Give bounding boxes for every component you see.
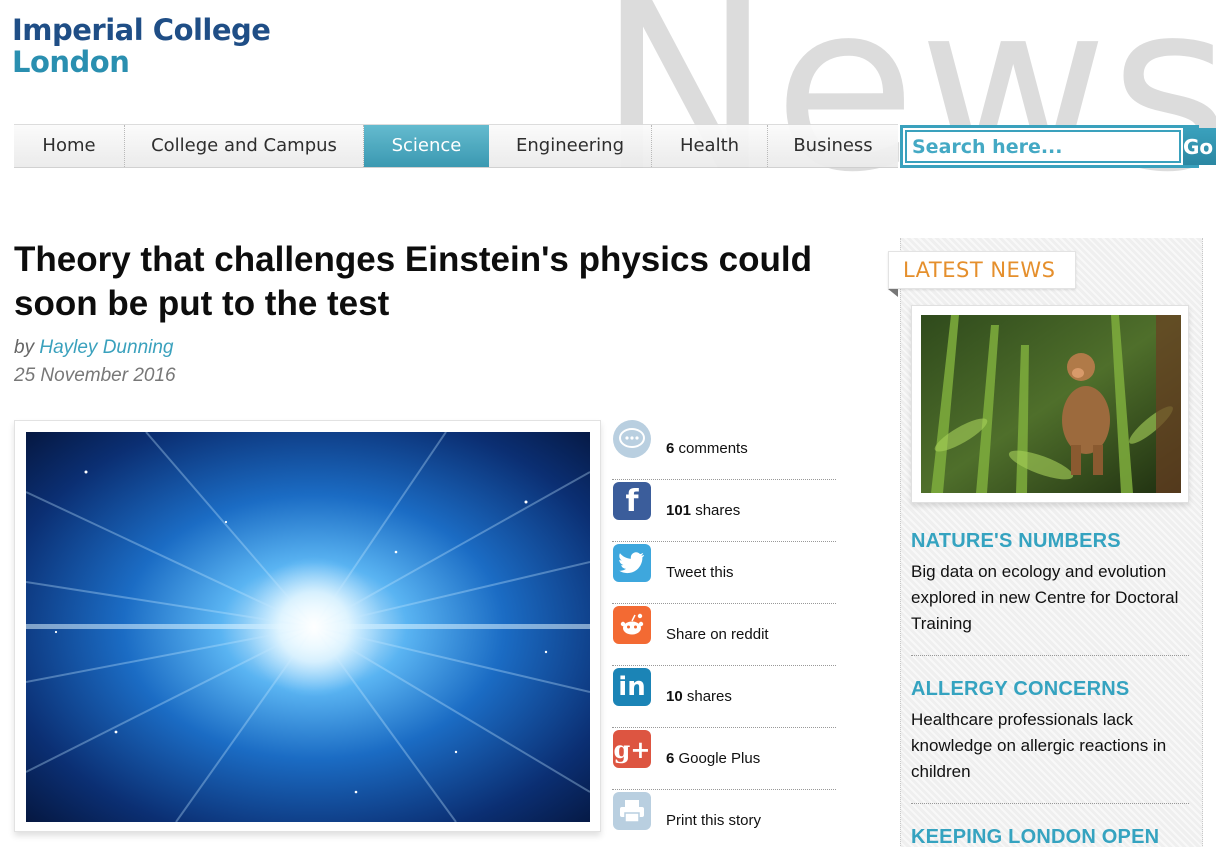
search-input[interactable] — [905, 130, 1181, 163]
google-plus-icon: g+ — [613, 730, 651, 768]
share-print[interactable]: Print this story — [612, 790, 836, 847]
comment-icon — [613, 420, 651, 458]
share-label: Tweet this — [666, 564, 734, 581]
nav-home[interactable]: Home — [14, 125, 125, 167]
story-title[interactable]: NATURE'S NUMBERS — [911, 530, 1191, 553]
share-facebook[interactable]: f 101 shares — [612, 480, 836, 542]
monkey-photo — [921, 315, 1181, 493]
byline-prefix: by — [14, 337, 35, 358]
share-google-plus[interactable]: g+ 6 Google Plus — [612, 728, 836, 790]
facebook-icon: f — [613, 482, 651, 520]
story-allergy-concerns[interactable]: ALLERGY CONCERNS Healthcare professional… — [911, 678, 1191, 785]
share-linkedin[interactable]: in 10 shares — [612, 666, 836, 728]
print-icon — [613, 792, 651, 830]
share-label: 10 shares — [666, 688, 732, 705]
logo-line-2: London — [12, 45, 130, 79]
search-box: Go — [900, 125, 1216, 168]
reddit-icon — [613, 606, 651, 644]
share-twitter[interactable]: Tweet this — [612, 542, 836, 604]
share-label: Print this story — [666, 812, 762, 829]
twitter-icon — [613, 544, 651, 582]
share-label: Share on reddit — [666, 626, 769, 643]
starburst-image — [26, 432, 590, 822]
main-nav: Home College and Campus Science Engineer… — [14, 124, 898, 168]
story-desc: Healthcare professionals lack knowledge … — [911, 710, 1167, 781]
latest-news-heading: LATEST NEWS — [888, 251, 1076, 289]
share-label: 6 comments — [666, 440, 748, 457]
ribbon-fold — [888, 289, 898, 297]
nav-engineering[interactable]: Engineering — [489, 125, 652, 167]
imperial-logo[interactable]: Imperial College London — [12, 13, 271, 79]
nav-college-and-campus[interactable]: College and Campus — [125, 125, 364, 167]
story-keeping-london-open[interactable]: KEEPING LONDON OPEN — [911, 826, 1191, 847]
search-go-button[interactable]: Go — [1183, 128, 1216, 165]
sidebar-divider — [911, 803, 1189, 804]
news-watermark: News — [598, 0, 1216, 223]
nav-science[interactable]: Science — [364, 125, 489, 167]
share-comments[interactable]: 6 comments — [612, 418, 836, 480]
article-title: Theory that challenges Einstein's physic… — [14, 240, 812, 323]
article-image — [14, 420, 601, 832]
story-title[interactable]: ALLERGY CONCERNS — [911, 678, 1191, 701]
go-label: Go — [1183, 134, 1214, 159]
latest-news-image[interactable] — [911, 305, 1189, 503]
article-date: 25 November 2016 — [14, 365, 176, 386]
story-title[interactable]: KEEPING LONDON OPEN — [911, 826, 1191, 847]
byline: by Hayley Dunning — [14, 337, 174, 359]
share-list: 6 comments f 101 shares Tweet this Share… — [612, 418, 836, 847]
story-natures-numbers[interactable]: NATURE'S NUMBERS Big data on ecology and… — [911, 530, 1191, 637]
linkedin-icon: in — [613, 668, 651, 706]
share-reddit[interactable]: Share on reddit — [612, 604, 836, 666]
logo-line-1: Imperial College — [12, 13, 271, 47]
share-label: 101 shares — [666, 502, 741, 519]
share-label: 6 Google Plus — [666, 750, 761, 767]
author-link[interactable]: Hayley Dunning — [39, 337, 173, 358]
nav-business[interactable]: Business — [768, 125, 898, 167]
nav-health[interactable]: Health — [652, 125, 768, 167]
story-desc: Big data on ecology and evolution explor… — [911, 562, 1179, 633]
sidebar-divider — [911, 655, 1189, 656]
